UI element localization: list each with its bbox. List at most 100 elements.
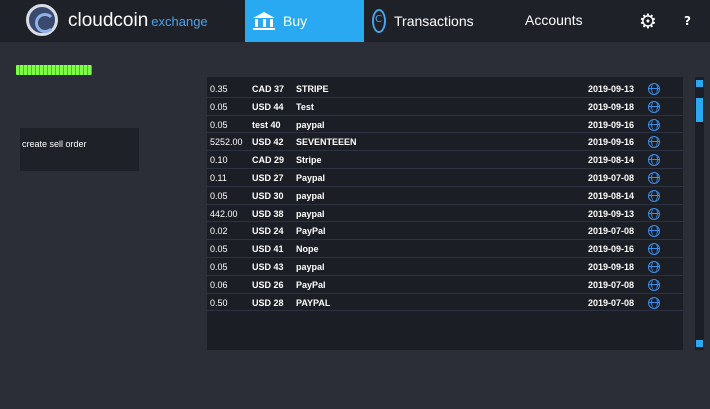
order-payment: paypal (296, 190, 325, 201)
globe-icon[interactable] (648, 136, 660, 149)
table-row[interactable]: 5252.00 USD 42 SEVENTEEEN 2019-09-16 (207, 133, 683, 152)
globe-icon[interactable] (648, 296, 660, 309)
order-date: 2019-09-18 (588, 262, 635, 272)
order-currency: CAD 29 (252, 155, 285, 166)
order-date: 2019-08-14 (588, 155, 635, 166)
table-row[interactable]: 0.06 USD 26 PayPal 2019-07-08 (207, 276, 683, 294)
order-amount: 0.05 (210, 119, 228, 130)
order-date: 2019-07-08 (588, 279, 635, 290)
order-amount: 442.00 (210, 208, 238, 219)
order-amount: 5252.00 (210, 137, 243, 148)
progress-fill (16, 65, 92, 75)
bank-icon (253, 12, 275, 30)
order-currency: USD 27 (252, 173, 284, 183)
brand: cloudcoin exchange (68, 10, 208, 32)
order-amount: 0.05 (210, 262, 228, 272)
globe-icon[interactable] (648, 225, 660, 238)
order-amount: 0.05 (210, 101, 228, 112)
table-row[interactable]: 0.11 USD 27 Paypal 2019-07-08 (207, 169, 683, 187)
cloudcoin-logo-icon (26, 4, 58, 36)
table-row[interactable]: 0.05 USD 43 paypal 2019-09-18 (207, 258, 683, 276)
table-row[interactable]: 0.05 USD 41 Nope 2019-09-16 (207, 240, 683, 258)
globe-icon[interactable] (648, 207, 660, 220)
order-amount: 0.35 (210, 84, 228, 94)
globe-icon[interactable] (648, 189, 660, 202)
order-date: 2019-07-08 (588, 226, 635, 237)
table-row[interactable]: 0.50 USD 28 PAYPAL 2019-07-08 (207, 294, 683, 312)
order-amount: 0.05 (210, 190, 228, 201)
order-payment: Nope (296, 244, 319, 255)
scroll-thumb[interactable] (696, 98, 703, 122)
progress-bar (16, 65, 92, 75)
order-date: 2019-09-13 (588, 208, 635, 219)
scroll-up-button[interactable] (696, 80, 703, 87)
order-payment: Paypal (296, 173, 326, 183)
tab-transactions-label: Transactions (394, 13, 474, 29)
order-payment: STRIPE (296, 84, 329, 94)
brand-name: cloudcoin (68, 10, 149, 31)
globe-icon[interactable] (648, 172, 660, 184)
order-date: 2019-07-08 (588, 173, 635, 183)
order-payment: PayPal (296, 279, 326, 290)
globe-icon[interactable] (648, 243, 660, 256)
globe-icon[interactable] (648, 154, 660, 167)
order-payment: PayPal (296, 226, 326, 237)
tab-transactions[interactable]: Transactions (372, 0, 474, 42)
table-row[interactable]: 0.05 USD 30 paypal 2019-08-14 (207, 187, 683, 205)
order-amount: 0.10 (210, 155, 228, 166)
order-date: 2019-09-16 (588, 119, 635, 130)
brand-sub: exchange (151, 14, 208, 29)
order-currency: USD 26 (252, 279, 284, 290)
order-date: 2019-09-13 (588, 84, 635, 94)
order-payment: paypal (296, 119, 325, 130)
order-currency: test 40 (252, 119, 281, 130)
order-payment: PAYPAL (296, 297, 331, 308)
tab-accounts[interactable]: Accounts (525, 10, 583, 29)
table-row[interactable]: 0.02 USD 24 PayPal 2019-07-08 (207, 222, 683, 241)
gear-icon[interactable]: ⚙ (634, 10, 662, 32)
order-payment: paypal (296, 262, 325, 272)
scrollbar[interactable] (695, 77, 704, 350)
order-date: 2019-07-08 (588, 297, 635, 308)
globe-icon[interactable] (648, 83, 660, 95)
order-currency: USD 30 (252, 190, 284, 201)
order-date: 2019-08-14 (588, 190, 635, 201)
help-button[interactable]: ? (684, 14, 691, 28)
scroll-down-button[interactable] (696, 340, 703, 347)
globe-icon[interactable] (648, 278, 660, 291)
tab-buy[interactable]: Buy (245, 0, 364, 42)
create-sell-order-label: create sell order (22, 139, 87, 149)
order-amount: 0.06 (210, 279, 228, 290)
order-date: 2019-09-16 (588, 244, 635, 255)
app-header: cloudcoinexchange Buy Transactions Accou… (0, 0, 710, 42)
order-currency: USD 43 (252, 262, 284, 272)
globe-icon[interactable] (648, 261, 660, 273)
order-payment: SEVENTEEEN (296, 137, 357, 148)
globe-icon[interactable] (648, 100, 660, 113)
order-amount: 0.11 (210, 173, 227, 183)
tab-buy-label: Buy (283, 13, 308, 29)
order-date: 2019-09-18 (588, 101, 635, 112)
order-currency: USD 41 (252, 244, 284, 255)
create-sell-order-button[interactable]: create sell order (20, 128, 139, 171)
table-row[interactable]: 0.35 CAD 37 STRIPE 2019-09-13 (207, 80, 683, 98)
order-currency: USD 44 (252, 101, 284, 112)
tab-accounts-label: Accounts (525, 12, 583, 28)
order-currency: USD 28 (252, 297, 284, 308)
table-row[interactable]: 0.05 USD 44 Test 2019-09-18 (207, 98, 683, 116)
order-amount: 0.05 (210, 244, 228, 255)
coin-icon (372, 9, 386, 33)
order-payment: paypal (296, 208, 325, 219)
order-payment: Stripe (296, 155, 322, 166)
table-row[interactable]: 0.05 test 40 paypal 2019-09-16 (207, 116, 683, 134)
order-date: 2019-09-16 (588, 137, 635, 148)
order-payment: Test (296, 101, 314, 112)
order-currency: USD 42 (252, 137, 284, 148)
globe-icon[interactable] (648, 118, 660, 131)
table-row[interactable]: 0.10 CAD 29 Stripe 2019-08-14 (207, 151, 683, 169)
orders-list: 0.35 CAD 37 STRIPE 2019-09-13 0.05 USD 44 Test… (207, 77, 683, 350)
order-currency: USD 24 (252, 226, 284, 237)
order-currency: USD 38 (252, 208, 284, 219)
order-amount: 0.02 (210, 226, 228, 237)
table-row[interactable]: 442.00 USD 38 paypal 2019-09-13 (207, 205, 683, 223)
